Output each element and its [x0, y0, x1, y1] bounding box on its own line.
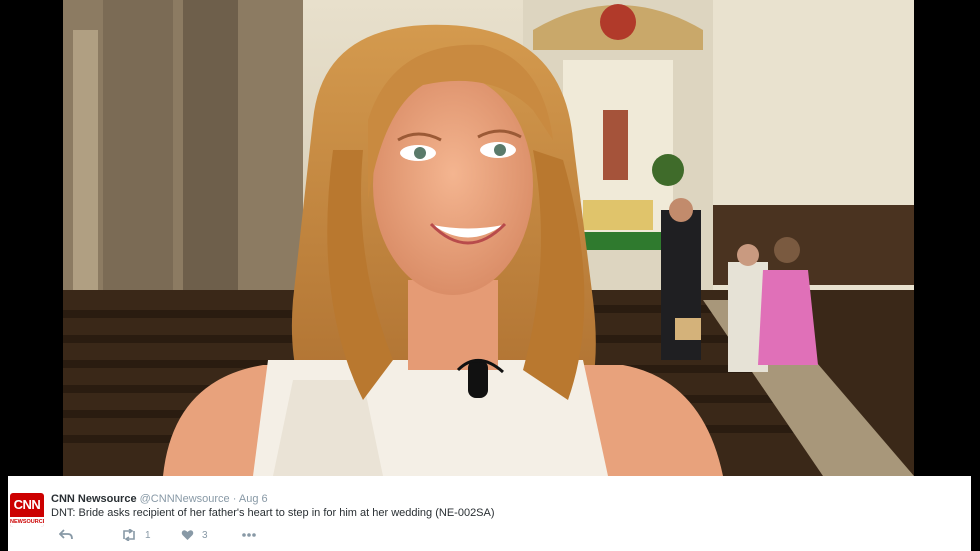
- heart-icon: [181, 530, 194, 540]
- tweet-date[interactable]: Aug 6: [239, 493, 268, 505]
- avatar-sub: NEWSOURCE: [10, 517, 44, 527]
- author-handle[interactable]: @CNNNewsource: [140, 493, 230, 505]
- header-separator: ·: [232, 493, 237, 505]
- reply-icon: [59, 529, 73, 540]
- more-button[interactable]: [241, 529, 257, 541]
- like-button[interactable]: 3: [181, 529, 208, 541]
- retweet-icon: [123, 529, 135, 541]
- church-scene-image: [63, 0, 914, 476]
- tweet-text: DNT: Bride asks recipient of her father'…: [51, 507, 495, 519]
- tweet-header: CNN Newsource @CNNNewsource · Aug 6: [51, 493, 268, 505]
- avatar-brand: CNN: [13, 497, 41, 512]
- tweet-card: CNN NEWSOURCE CNN Newsource @CNNNewsourc…: [8, 476, 971, 551]
- retweet-button[interactable]: 1: [121, 529, 151, 541]
- retweet-count: 1: [145, 529, 151, 541]
- tweet: CNN NEWSOURCE CNN Newsource @CNNNewsourc…: [0, 476, 980, 551]
- author-name[interactable]: CNN Newsource: [51, 493, 137, 505]
- avatar[interactable]: CNN NEWSOURCE: [10, 493, 44, 527]
- reply-button[interactable]: [59, 529, 73, 541]
- video-frame[interactable]: [63, 0, 914, 476]
- like-count: 3: [202, 529, 208, 541]
- more-icon: [242, 533, 256, 537]
